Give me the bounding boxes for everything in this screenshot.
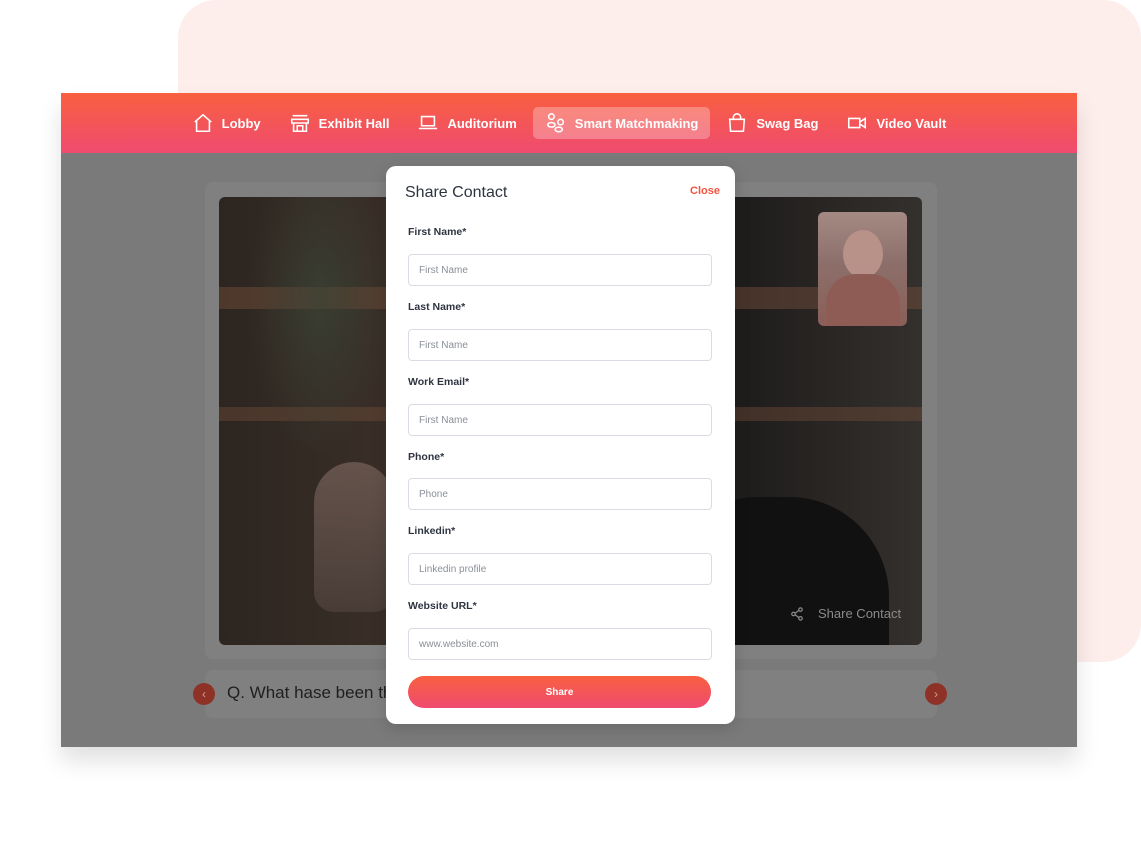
- nav-item-smart-matchmaking[interactable]: Smart Matchmaking: [532, 107, 711, 139]
- self-view-video[interactable]: [818, 212, 907, 326]
- home-icon: [193, 113, 212, 133]
- video-camera-icon: [848, 116, 867, 130]
- nav-item-label: Video Vault: [876, 115, 947, 131]
- modal-title: Share Contact: [405, 184, 508, 201]
- shopping-bag-icon: [729, 113, 746, 133]
- chevron-right-icon: ›: [934, 687, 938, 701]
- nav-item-label: Smart Matchmaking: [574, 115, 699, 131]
- website-url-label: Website URL*: [408, 600, 477, 612]
- first-name-input[interactable]: [408, 254, 712, 286]
- nav-item-exhibit-hall[interactable]: Exhibit Hall: [277, 107, 402, 139]
- nav-item-auditorium[interactable]: Auditorium: [405, 107, 528, 139]
- self-view-person-head: [843, 230, 883, 278]
- video-participant-hand: [314, 462, 394, 612]
- laptop-icon: [419, 115, 438, 130]
- share-contact-modal: Share Contact Close First Name* Last Nam…: [386, 166, 735, 724]
- phone-input[interactable]: [408, 478, 712, 510]
- nav-item-swag-bag[interactable]: Swag Bag: [714, 107, 830, 139]
- nav-item-label: Swag Bag: [756, 115, 819, 131]
- people-icon: [546, 113, 564, 133]
- self-view-person-body: [826, 274, 900, 326]
- nav-item-label: Exhibit Hall: [318, 115, 390, 131]
- share-contact-button[interactable]: Share Contact: [790, 606, 901, 621]
- share-icon: [791, 606, 803, 621]
- nav-item-label: Lobby: [221, 115, 261, 131]
- storefront-icon: [290, 114, 309, 133]
- share-button[interactable]: Share: [408, 676, 711, 708]
- nav-item-label: Auditorium: [447, 115, 517, 131]
- website-url-input[interactable]: [408, 628, 712, 660]
- phone-label: Phone*: [408, 451, 445, 463]
- work-email-label: Work Email*: [408, 376, 470, 388]
- nav-item-lobby[interactable]: Lobby: [180, 107, 273, 139]
- video-backdrop-plant: [249, 197, 389, 457]
- last-name-label: Last Name*: [408, 301, 466, 313]
- chevron-left-icon: ‹: [202, 687, 206, 701]
- last-name-input[interactable]: [408, 329, 712, 361]
- nav-item-video-vault[interactable]: Video Vault: [834, 107, 958, 139]
- linkedin-input[interactable]: [408, 553, 712, 585]
- share-contact-label: Share Contact: [818, 606, 902, 621]
- linkedin-label: Linkedin*: [408, 525, 456, 537]
- close-button[interactable]: Close: [690, 185, 720, 197]
- previous-question-button[interactable]: ‹: [193, 683, 215, 705]
- work-email-input[interactable]: [408, 404, 712, 436]
- top-navigation: Lobby Exhibit Hall Auditorium Smart Matc…: [61, 93, 1077, 153]
- first-name-label: First Name*: [408, 226, 467, 238]
- next-question-button[interactable]: ›: [925, 683, 947, 705]
